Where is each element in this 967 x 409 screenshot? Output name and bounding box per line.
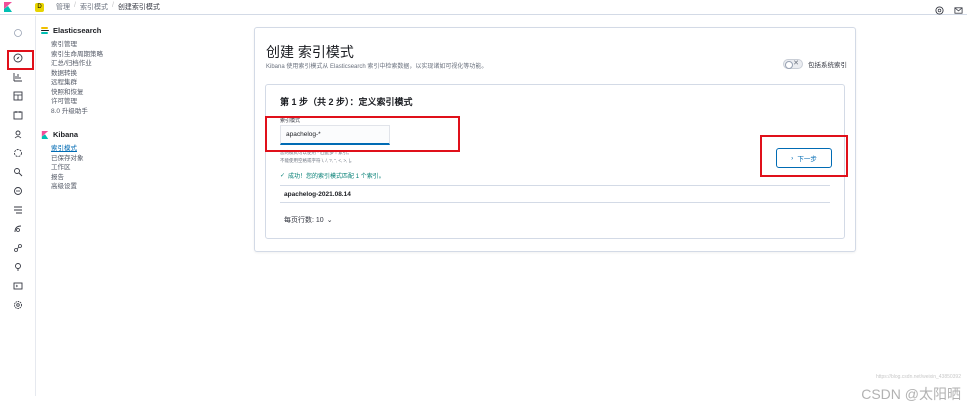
rows-per-page-label: 每页行数: 10 [284, 217, 324, 224]
canvas-icon[interactable] [12, 109, 23, 120]
page-description: Kibana 使用索引模式从 Elasticsearch 索引中检索数据，以实现… [266, 64, 488, 70]
nav-item-ilm[interactable]: 索引生命周期策略 [51, 50, 161, 60]
help-icon[interactable] [935, 2, 944, 15]
index-name: apachelog-2021.08.14 [284, 191, 351, 198]
include-system-indices: ✕ 包括系统索引 [783, 59, 847, 69]
help-line: 不能使用空格或字符 \, /, ?, ", <, >, |。 [280, 158, 355, 163]
rows-per-page-selector[interactable]: 每页行数: 10 ⌄ [284, 215, 333, 225]
nav-item-remote-clusters[interactable]: 远程集群 [51, 78, 161, 88]
highlight-box [760, 135, 848, 177]
system-indices-toggle[interactable]: ✕ [783, 59, 803, 69]
icon-rail [0, 16, 36, 396]
maps-icon[interactable] [12, 128, 23, 139]
nav-item-upgrade[interactable]: 8.0 升级助手 [51, 107, 161, 117]
page-title: 创建 索引模式 [266, 44, 354, 60]
highlight-box [7, 50, 34, 70]
top-bar: D 管理 / 索引模式 / 创建索引模式 [0, 0, 967, 15]
watermark-url: https://blog.csdn.net/weixin_43850392 [875, 374, 961, 380]
check-icon: ✓ [280, 173, 286, 179]
close-icon: ✕ [793, 60, 799, 67]
space-avatar[interactable]: D [35, 2, 44, 12]
chevron-down-icon: ⌄ [326, 217, 333, 224]
uptime-icon[interactable] [12, 242, 23, 253]
visualize-icon[interactable] [12, 71, 23, 82]
breadcrumb-item[interactable]: 索引模式 [80, 2, 108, 12]
nav-item-license[interactable]: 许可管理 [51, 97, 161, 107]
graph-icon[interactable] [12, 166, 23, 177]
nav-item-snapshot[interactable]: 快照和恢复 [51, 88, 161, 98]
nav-item-index-patterns[interactable]: 索引模式 [51, 144, 161, 154]
kibana-logo-icon[interactable] [0, 0, 15, 14]
infrastructure-icon[interactable] [12, 185, 23, 196]
success-message: ✓ 成功！您的索引模式匹配 1 个索引。 [280, 171, 385, 180]
nav-section-elasticsearch: Elasticsearch [41, 26, 161, 35]
nav-item-advanced-settings[interactable]: 高级设置 [51, 182, 161, 192]
management-gear-icon[interactable] [12, 299, 23, 310]
nav-section-title: Elasticsearch [53, 26, 102, 35]
step-title: 第 1 步（共 2 步）：定义索引模式 [280, 97, 413, 107]
nav-item-rollup[interactable]: 汇总/归档作业 [51, 59, 161, 69]
breadcrumb-current: 创建索引模式 [117, 4, 160, 11]
siem-icon[interactable] [12, 261, 23, 272]
breadcrumb-item[interactable]: 管理 [56, 2, 70, 12]
nav-section-title: Kibana [53, 130, 79, 139]
nav-item-transforms[interactable]: 数据转换 [51, 69, 161, 79]
step-card: 第 1 步（共 2 步）：定义索引模式 索引模式 apachelog-* 您的模… [265, 84, 845, 239]
watermark: CSDN @太阳晒 [861, 386, 961, 402]
dashboard-icon[interactable] [12, 90, 23, 101]
nav-item-spaces[interactable]: 工作区 [51, 163, 161, 173]
matching-indices-table: apachelog-2021.08.14 [280, 185, 830, 203]
dev-tools-icon[interactable] [12, 280, 23, 291]
toggle-label: 包括系统索引 [808, 62, 847, 69]
mail-icon[interactable] [954, 2, 963, 14]
elasticsearch-logo-icon [41, 27, 49, 35]
logs-icon[interactable] [12, 204, 23, 215]
kibana-logo-icon [41, 130, 49, 139]
nav-item-index-management[interactable]: 索引管理 [51, 40, 161, 50]
nav-section-kibana: Kibana [41, 130, 161, 139]
breadcrumb: 管理 / 索引模式 / 创建索引模式 [56, 2, 160, 12]
management-nav: Elasticsearch 索引管理 索引生命周期策略 汇总/归档作业 数据转换… [41, 26, 161, 192]
nav-item-saved-objects[interactable]: 已保存对象 [51, 154, 161, 164]
success-text: 成功！您的索引模式匹配 1 个索引。 [288, 174, 385, 180]
recent-icon[interactable] [12, 27, 23, 38]
ml-icon[interactable] [12, 147, 23, 158]
table-row: apachelog-2021.08.14 [280, 186, 830, 203]
highlight-box [265, 116, 460, 152]
apm-icon[interactable] [12, 223, 23, 234]
nav-item-reporting[interactable]: 报告 [51, 173, 161, 183]
